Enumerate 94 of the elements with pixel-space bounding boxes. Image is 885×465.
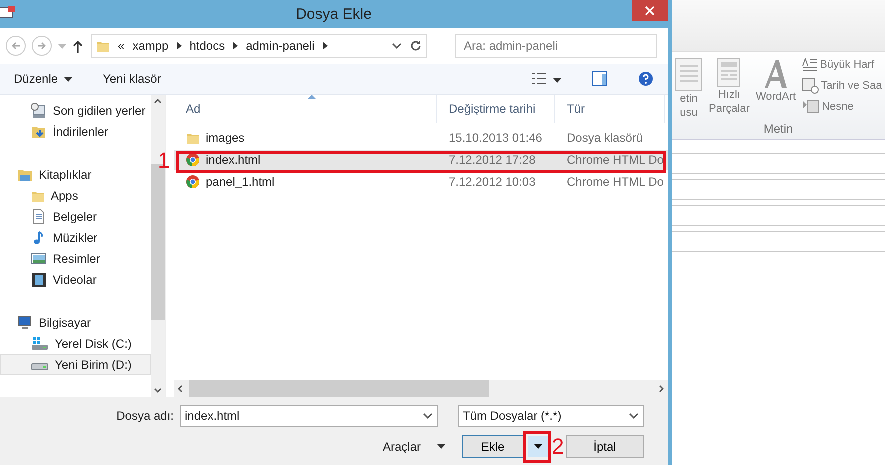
open-options-button[interactable] [528,436,548,457]
calendar-clock-icon [802,78,820,94]
annotation-number: 2 [552,434,564,460]
file-row[interactable]: images 15.10.2013 01:46 Dosya klasörü [174,128,668,148]
type-cell-text: Chrome HTML Do [566,175,665,189]
ribbon-button[interactable]: WordArt [756,58,796,122]
nav-group[interactable]: Kitaplıklar [0,164,151,185]
address-bar[interactable]: « xampp htdocs admin-paneli [91,34,427,58]
chevron-left-icon [178,384,183,392]
nav-item[interactable]: Yeni Birim (D:) [0,354,151,375]
nav-item[interactable]: Apps [0,185,151,206]
horizontal-scrollbar[interactable] [174,380,668,397]
dialog-icon [0,5,16,19]
column-header[interactable]: Değiştirme tarihi [437,95,555,123]
drive-icon [31,363,49,371]
picture-icon [31,250,47,266]
refresh-icon[interactable] [410,40,422,52]
window-title: Dosya Ekle [295,6,373,22]
chevron-down-icon [392,43,402,49]
annotation-number: 1 [158,148,170,174]
film-icon [31,272,47,288]
breadcrumb-arrow-icon [322,42,328,50]
date-cell-text: 15.10.2013 01:46 [448,131,544,145]
caret-icon [553,78,562,83]
document-icon [31,208,47,224]
text-box-icon [675,58,703,92]
caret-icon [64,76,74,82]
folder-icon [96,39,110,53]
chevron-down-icon [423,413,433,419]
breadcrumb-arrow-icon [176,42,182,50]
help-icon[interactable] [638,71,654,87]
highlight-frame [523,431,551,463]
nav-item[interactable]: Son gidilen yerler [0,100,151,121]
ribbon-small-button[interactable]: Tarih ve Saa [802,78,882,94]
chevron-up-icon [154,99,162,104]
ribbon-small-button[interactable]: Büyük Harf [802,58,882,72]
caret-icon [58,44,67,48]
nav-item[interactable]: Videolar [0,269,151,290]
file-type-dropdown[interactable]: Tüm Dosyalar (*.*) [458,405,644,427]
search-field[interactable]: Ara: admin-paneli [455,34,657,58]
ribbon-group-label: Metin [762,122,794,138]
tools-menu[interactable]: Araçlar [382,438,446,456]
column-header[interactable]: Tür [555,95,665,123]
date-cell-text: 7.12.2012 10:03 [448,175,537,189]
ribbon-button[interactable]: etin usu [675,58,703,122]
breadcrumb[interactable]: admin-paneli [246,39,315,53]
breadcrumb[interactable]: htdocs [190,39,226,53]
filename-label: Dosya adı: [116,409,174,423]
ribbon-small-button[interactable]: Nesne [802,100,882,114]
chevron-down-icon [154,388,162,393]
nav-item[interactable]: Yerel Disk (C:) [0,333,151,354]
arrow-up-icon[interactable] [73,40,83,52]
view-list-icon[interactable] [531,72,547,86]
chrome-icon [186,153,200,167]
nav-item[interactable]: İndirilenler [0,121,151,142]
drop-cap-icon [802,58,818,72]
file-name: index.html [206,153,261,167]
arrow-right-icon [37,41,47,51]
file-name: panel_1.html [206,175,275,189]
chevron-down-icon [629,413,639,419]
close-button[interactable] [632,0,668,21]
computer-icon [17,314,33,330]
breadcrumb-arrow-icon [233,42,238,50]
folder-icon [186,131,200,145]
system-drive-icon [31,336,49,352]
filename-field[interactable]: index.html [180,405,438,427]
chevron-right-icon [659,384,664,392]
close-icon [645,6,655,16]
caret-icon [437,444,446,449]
ribbon-button[interactable]: Hızlı Parçalar [709,58,750,122]
breadcrumb[interactable]: xampp [132,39,169,53]
file-name: images [206,131,245,145]
breadcrumb-overflow[interactable]: « [118,39,125,53]
preview-pane-icon[interactable] [592,71,608,87]
new-folder-button[interactable]: Yeni klasör [103,70,162,88]
type-cell-text: Chrome HTML Do [566,153,665,167]
arrow-left-icon [11,41,21,51]
page-parts-icon [717,58,742,88]
date-cell-text: 7.12.2012 17:28 [448,153,537,167]
recent-places-icon [31,102,47,118]
organize-menu[interactable]: Düzenle [14,70,74,88]
chrome-icon [186,175,200,189]
sort-arrow-icon [308,95,316,99]
nav-item[interactable]: Resimler [0,248,151,269]
file-row[interactable]: panel_1.html 7.12.2012 10:03 Chrome HTML Do [174,172,668,192]
cancel-button[interactable]: İptal [566,435,644,458]
nav-item[interactable]: Belgeler [0,206,151,227]
nav-group[interactable]: Bilgisayar [0,312,151,333]
object-icon [802,100,820,114]
column-header[interactable]: Ad [174,95,437,123]
type-cell-text: Dosya klasörü [566,131,644,145]
caret-icon [534,444,542,449]
open-button[interactable]: Ekle [462,435,524,458]
nav-item[interactable]: Müzikler [0,227,151,248]
